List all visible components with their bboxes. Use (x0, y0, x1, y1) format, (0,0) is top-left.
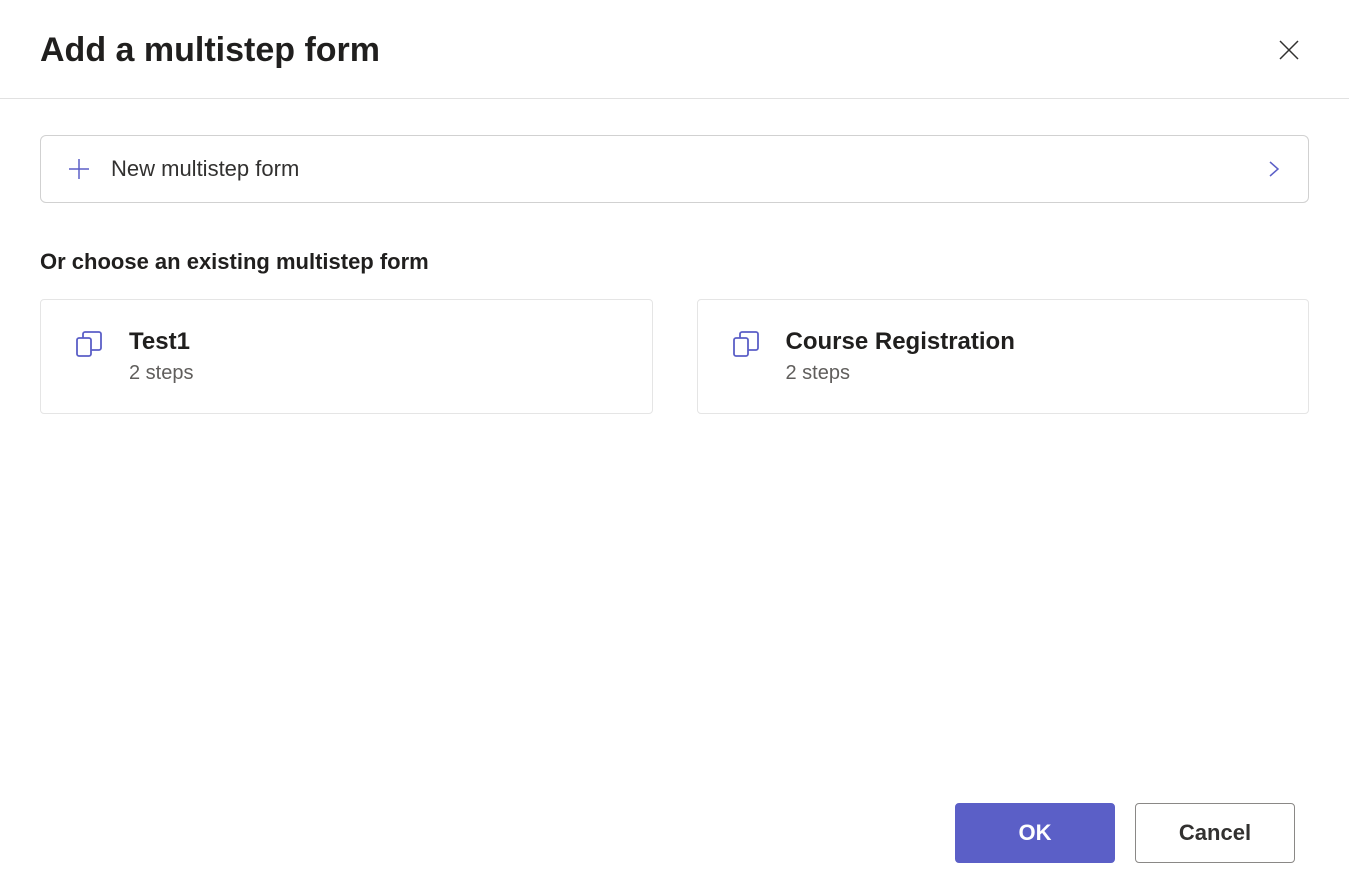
existing-forms-grid: Test1 2 steps Course Registration 2 step… (40, 299, 1309, 414)
form-card-test1[interactable]: Test1 2 steps (40, 299, 653, 414)
form-card-subtitle: 2 steps (786, 362, 1015, 385)
dialog-body: New multistep form Or choose an existing… (0, 99, 1349, 414)
dialog-title: Add a multistep form (40, 31, 380, 70)
close-button[interactable] (1269, 30, 1309, 70)
dialog-header: Add a multistep form (0, 0, 1349, 99)
form-card-subtitle: 2 steps (129, 362, 193, 385)
close-icon (1277, 38, 1301, 62)
form-card-title: Test1 (129, 328, 193, 356)
dialog-footer: OK Cancel (955, 803, 1295, 863)
new-multistep-form-button[interactable]: New multistep form (40, 135, 1309, 203)
existing-forms-section-label: Or choose an existing multistep form (40, 249, 1309, 275)
multistep-form-icon (732, 330, 762, 360)
ok-button[interactable]: OK (955, 803, 1115, 863)
form-card-title: Course Registration (786, 328, 1015, 356)
new-form-label: New multistep form (111, 156, 299, 182)
chevron-right-icon (1266, 161, 1282, 177)
form-card-course-registration[interactable]: Course Registration 2 steps (697, 299, 1310, 414)
cancel-button[interactable]: Cancel (1135, 803, 1295, 863)
form-card-text: Test1 2 steps (129, 328, 193, 385)
new-form-button-content: New multistep form (67, 156, 299, 182)
form-card-text: Course Registration 2 steps (786, 328, 1015, 385)
plus-icon (67, 157, 91, 181)
multistep-form-icon (75, 330, 105, 360)
